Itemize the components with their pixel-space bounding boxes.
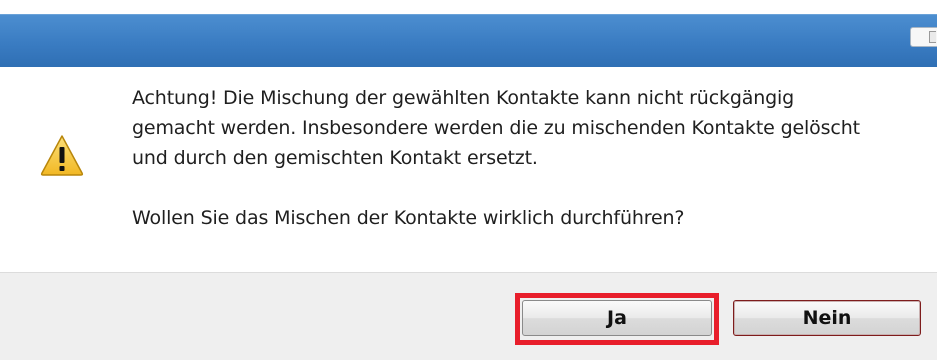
dialog-message: Achtung! Die Mischung der gewählten Kont…: [132, 83, 922, 233]
warning-icon: [40, 135, 84, 176]
yes-button[interactable]: Ja: [522, 300, 712, 336]
message-line-2: gemacht werden. Insbesondere werden die …: [132, 117, 860, 139]
message-line-1: Achtung! Die Mischung der gewählten Kont…: [132, 87, 795, 109]
confirm-dialog: Achtung! Die Mischung der gewählten Kont…: [0, 0, 937, 360]
title-bar[interactable]: [0, 14, 937, 67]
window-control-button[interactable]: [910, 27, 937, 47]
message-line-3: und durch den gemischten Kontakt ersetzt…: [132, 147, 538, 169]
message-question: Wollen Sie das Mischen der Kontakte wirk…: [132, 207, 685, 229]
no-button[interactable]: Nein: [733, 300, 921, 336]
